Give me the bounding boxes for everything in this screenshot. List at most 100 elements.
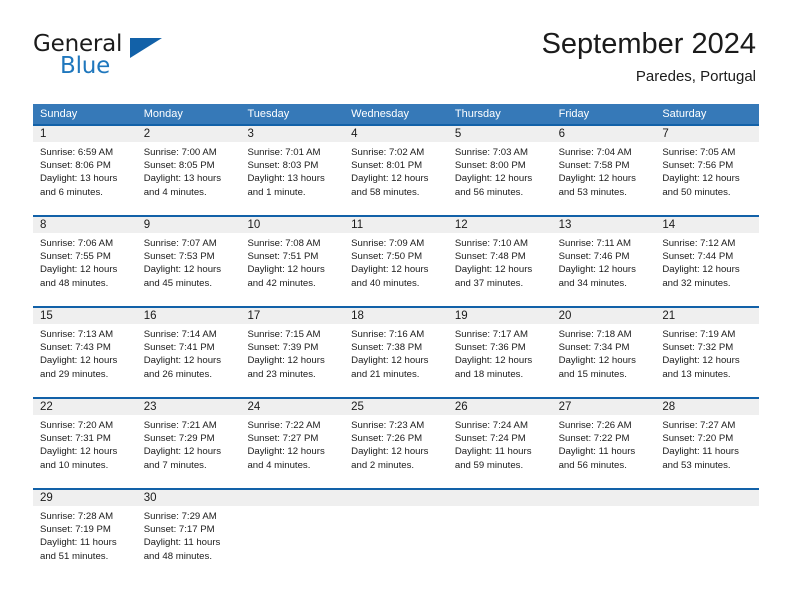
day-cell[interactable]: 16 Sunrise: 7:14 AM Sunset: 7:41 PM Dayl…	[136, 308, 241, 397]
day-cell[interactable]: 4 Sunrise: 7:02 AM Sunset: 8:01 PM Dayli…	[344, 126, 448, 215]
day-number: 18	[344, 308, 448, 324]
daylight-text-line1: Daylight: 12 hours	[247, 446, 325, 458]
daylight-text-line2: and 50 minutes.	[662, 186, 731, 198]
day-number: 5	[447, 126, 552, 142]
day-cell[interactable]: 26 Sunrise: 7:24 AM Sunset: 7:24 PM Dayl…	[447, 399, 552, 488]
sunset-text: Sunset: 7:39 PM	[247, 342, 319, 354]
day-cell[interactable]: 17 Sunrise: 7:15 AM Sunset: 7:39 PM Dayl…	[240, 308, 345, 397]
day-details	[344, 506, 448, 579]
day-cell[interactable]: 9 Sunrise: 7:07 AM Sunset: 7:53 PM Dayli…	[136, 217, 241, 306]
day-number	[447, 490, 552, 506]
daylight-text-line2: and 59 minutes.	[454, 459, 524, 471]
sunset-text: Sunset: 7:55 PM	[40, 251, 111, 263]
sunset-text: Sunset: 7:31 PM	[40, 433, 111, 445]
daylight-text-line1: Daylight: 12 hours	[662, 264, 740, 276]
day-cell[interactable]: 13 Sunrise: 7:11 AM Sunset: 7:46 PM Dayl…	[551, 217, 656, 306]
day-details: Sunrise: 6:59 AM Sunset: 8:06 PM Dayligh…	[33, 142, 137, 215]
day-number: 17	[240, 308, 345, 324]
day-details: Sunrise: 7:16 AM Sunset: 7:38 PM Dayligh…	[344, 324, 448, 397]
daylight-text-line1: Daylight: 12 hours	[351, 173, 429, 185]
daylight-text-line2: and 34 minutes.	[558, 277, 627, 289]
day-cell[interactable]: 25 Sunrise: 7:23 AM Sunset: 7:26 PM Dayl…	[344, 399, 448, 488]
sunset-text: Sunset: 7:56 PM	[662, 160, 734, 172]
sunset-text: Sunset: 7:32 PM	[662, 342, 734, 354]
day-details	[655, 506, 759, 579]
sunset-text: Sunset: 7:48 PM	[454, 251, 526, 263]
sunset-text: Sunset: 7:17 PM	[143, 524, 215, 536]
sunset-text: Sunset: 7:44 PM	[662, 251, 734, 263]
day-details: Sunrise: 7:22 AM Sunset: 7:27 PM Dayligh…	[240, 415, 344, 488]
day-number: 15	[33, 308, 137, 324]
calendar-week-row: 22 Sunrise: 7:20 AM Sunset: 7:31 PM Dayl…	[33, 397, 760, 488]
sunset-text: Sunset: 8:05 PM	[143, 160, 215, 172]
sunrise-text: Sunrise: 7:00 AM	[143, 147, 217, 158]
sunrise-text: Sunrise: 7:17 AM	[454, 329, 528, 340]
day-number: 22	[33, 399, 137, 415]
day-cell[interactable]: 6 Sunrise: 7:04 AM Sunset: 7:58 PM Dayli…	[551, 126, 656, 215]
day-number: 11	[344, 217, 448, 233]
daylight-text-line1: Daylight: 12 hours	[454, 173, 533, 185]
daylight-text-line1: Daylight: 12 hours	[143, 264, 222, 276]
day-number: 29	[33, 490, 137, 506]
day-details: Sunrise: 7:04 AM Sunset: 7:58 PM Dayligh…	[552, 142, 656, 215]
day-cell[interactable]: 5 Sunrise: 7:03 AM Sunset: 8:00 PM Dayli…	[447, 126, 552, 215]
day-cell[interactable]: 7 Sunrise: 7:05 AM Sunset: 7:56 PM Dayli…	[655, 126, 760, 215]
daylight-text-line2: and 1 minute.	[247, 186, 306, 198]
weekday-header-sunday: Sunday	[40, 108, 78, 120]
day-cell[interactable]: 10 Sunrise: 7:08 AM Sunset: 7:51 PM Dayl…	[240, 217, 345, 306]
weekday-header-thursday: Thursday	[454, 108, 501, 120]
day-cell[interactable]: 19 Sunrise: 7:17 AM Sunset: 7:36 PM Dayl…	[447, 308, 552, 397]
sunrise-text: Sunrise: 7:27 AM	[662, 420, 736, 431]
daylight-text-line1: Daylight: 12 hours	[454, 264, 533, 276]
day-cell[interactable]: 21 Sunrise: 7:19 AM Sunset: 7:32 PM Dayl…	[655, 308, 760, 397]
sunrise-text: Sunrise: 7:12 AM	[662, 238, 736, 249]
brand-logo[interactable]: General Blue	[33, 33, 213, 81]
sunrise-text: Sunrise: 7:03 AM	[454, 147, 528, 158]
day-cell[interactable]: 3 Sunrise: 7:01 AM Sunset: 8:03 PM Dayli…	[240, 126, 345, 215]
daylight-text-line2: and 4 minutes.	[143, 186, 207, 198]
day-cell[interactable]: 24 Sunrise: 7:22 AM Sunset: 7:27 PM Dayl…	[240, 399, 345, 488]
day-cell[interactable]: 27 Sunrise: 7:26 AM Sunset: 7:22 PM Dayl…	[551, 399, 656, 488]
day-cell[interactable]: 23 Sunrise: 7:21 AM Sunset: 7:29 PM Dayl…	[136, 399, 241, 488]
day-details: Sunrise: 7:17 AM Sunset: 7:36 PM Dayligh…	[448, 324, 552, 397]
sunrise-text: Sunrise: 7:15 AM	[247, 329, 321, 340]
day-number: 1	[33, 126, 137, 142]
daylight-text-line2: and 51 minutes.	[40, 550, 109, 562]
day-cell[interactable]: 29 Sunrise: 7:28 AM Sunset: 7:19 PM Dayl…	[33, 490, 137, 579]
sunset-text: Sunset: 7:41 PM	[143, 342, 215, 354]
day-cell[interactable]: 20 Sunrise: 7:18 AM Sunset: 7:34 PM Dayl…	[551, 308, 656, 397]
sunrise-text: Sunrise: 6:59 AM	[40, 147, 114, 158]
day-number	[655, 490, 760, 506]
daylight-text-line1: Daylight: 11 hours	[40, 537, 117, 549]
day-cell[interactable]: 1 Sunrise: 6:59 AM Sunset: 8:06 PM Dayli…	[33, 126, 137, 215]
location-subtitle: Paredes, Portugal	[635, 68, 756, 86]
day-cell[interactable]: 11 Sunrise: 7:09 AM Sunset: 7:50 PM Dayl…	[344, 217, 448, 306]
day-details: Sunrise: 7:21 AM Sunset: 7:29 PM Dayligh…	[137, 415, 241, 488]
day-cell[interactable]: 22 Sunrise: 7:20 AM Sunset: 7:31 PM Dayl…	[33, 399, 137, 488]
calendar-week-row: 15 Sunrise: 7:13 AM Sunset: 7:43 PM Dayl…	[33, 306, 760, 397]
day-details: Sunrise: 7:18 AM Sunset: 7:34 PM Dayligh…	[552, 324, 656, 397]
day-cell[interactable]: 2 Sunrise: 7:00 AM Sunset: 8:05 PM Dayli…	[136, 126, 241, 215]
weekday-header-wednesday: Wednesday	[351, 108, 410, 120]
day-cell-empty	[655, 490, 760, 579]
day-details: Sunrise: 7:06 AM Sunset: 7:55 PM Dayligh…	[33, 233, 137, 306]
calendar-page: General Blue September 2024 Paredes, Por…	[0, 0, 792, 612]
daylight-text-line1: Daylight: 12 hours	[558, 355, 636, 367]
day-details: Sunrise: 7:14 AM Sunset: 7:41 PM Dayligh…	[137, 324, 241, 397]
daylight-text-line2: and 7 minutes.	[143, 459, 207, 471]
day-cell[interactable]: 28 Sunrise: 7:27 AM Sunset: 7:20 PM Dayl…	[655, 399, 760, 488]
daylight-text-line1: Daylight: 12 hours	[351, 446, 429, 458]
sunset-text: Sunset: 7:20 PM	[662, 433, 734, 445]
day-cell[interactable]: 14 Sunrise: 7:12 AM Sunset: 7:44 PM Dayl…	[655, 217, 760, 306]
sunset-text: Sunset: 7:58 PM	[558, 160, 630, 172]
day-cell[interactable]: 12 Sunrise: 7:10 AM Sunset: 7:48 PM Dayl…	[447, 217, 552, 306]
daylight-text-line1: Daylight: 12 hours	[351, 355, 429, 367]
day-cell[interactable]: 18 Sunrise: 7:16 AM Sunset: 7:38 PM Dayl…	[344, 308, 448, 397]
day-details: Sunrise: 7:28 AM Sunset: 7:19 PM Dayligh…	[33, 506, 137, 579]
sunset-text: Sunset: 7:53 PM	[143, 251, 215, 263]
day-cell[interactable]: 15 Sunrise: 7:13 AM Sunset: 7:43 PM Dayl…	[33, 308, 137, 397]
day-cell[interactable]: 30 Sunrise: 7:29 AM Sunset: 7:17 PM Dayl…	[136, 490, 241, 579]
day-number	[240, 490, 345, 506]
daylight-text-line2: and 40 minutes.	[351, 277, 420, 289]
day-cell[interactable]: 8 Sunrise: 7:06 AM Sunset: 7:55 PM Dayli…	[33, 217, 137, 306]
